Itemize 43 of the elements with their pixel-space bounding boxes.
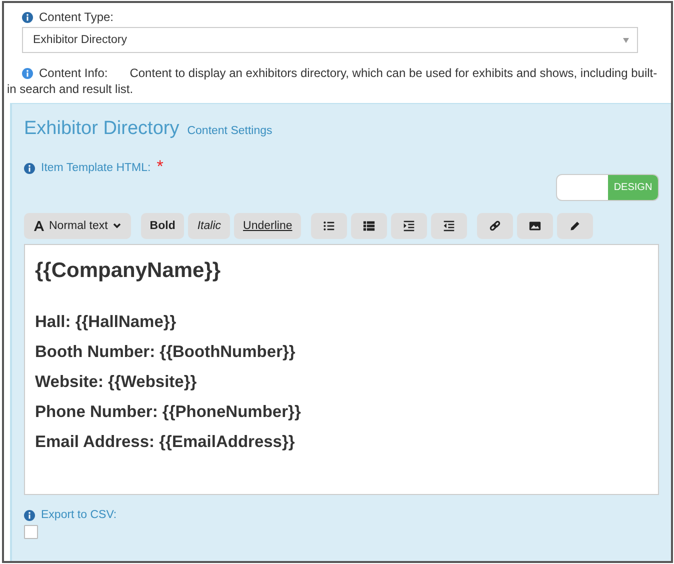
image-icon: [529, 220, 542, 232]
info-icon: [24, 510, 35, 520]
info-icon: [24, 162, 35, 174]
pencil-icon: [569, 220, 582, 232]
toolbar-button[interactable]: [517, 213, 554, 239]
field-label: Content Type:: [39, 10, 114, 24]
content-type-select[interactable]: Exhibitor Directory: [22, 27, 638, 53]
export-checkbox[interactable]: [24, 525, 38, 539]
editor-line: Email Address: {{EmailAddress}}: [35, 433, 296, 452]
bold-button[interactable]: Bold: [140, 213, 184, 239]
toolbar-button[interactable]: [351, 213, 388, 239]
format-dropdown[interactable]: Normal text: [24, 213, 131, 239]
editor-line: Hall: {{HallName}}: [35, 313, 178, 332]
editor-line: Phone Number: {{PhoneNumber}}: [35, 403, 302, 422]
toolbar-button[interactable]: [477, 213, 514, 239]
font-icon: [34, 221, 44, 231]
editor-area[interactable]: {{CompanyName}} Hall: {{HallName}} Booth Number: {{BoothNumber}} Website: {{Website}} Phone Number: {{PhoneNumber}} Email Address: {{EmailAddress}}: [24, 244, 659, 495]
editor-line: Booth Number: {{BoothNumber}}: [35, 343, 296, 362]
editor-heading: {{CompanyName}}: [35, 259, 222, 283]
list-icon: [363, 220, 376, 232]
link-icon: [489, 220, 502, 232]
outdent-icon: [443, 220, 456, 232]
info-text: Content to display an exhibitors directory, which can be used for exhibits and shows, including built-: [130, 65, 658, 81]
italic-button[interactable]: Italic: [188, 213, 230, 239]
editor-line: Website: {{Website}}: [35, 373, 198, 392]
panel-subtitle: Content Settings: [187, 125, 272, 137]
toolbar-button[interactable]: [431, 213, 468, 239]
bulleted-list-icon: [323, 220, 336, 232]
info-icon: [22, 12, 33, 22]
info-text: in search and result list.: [7, 82, 134, 96]
field-label: Item Template HTML:: [41, 162, 151, 174]
field-label: Content Info:: [39, 65, 108, 81]
toolbar-button[interactable]: [311, 213, 348, 239]
indent-icon: [403, 220, 416, 232]
required-mark: *: [156, 162, 164, 172]
panel-title: Exhibitor Directory: [24, 118, 180, 140]
info-icon: [22, 68, 33, 78]
underline-button[interactable]: Underline: [234, 213, 302, 239]
field-label: Export to CSV:: [41, 509, 117, 521]
dropdown-arrow-icon: [623, 38, 629, 42]
chevron-icon: [112, 223, 121, 229]
toolbar-button[interactable]: [557, 213, 594, 239]
toolbar-button[interactable]: [391, 213, 428, 239]
